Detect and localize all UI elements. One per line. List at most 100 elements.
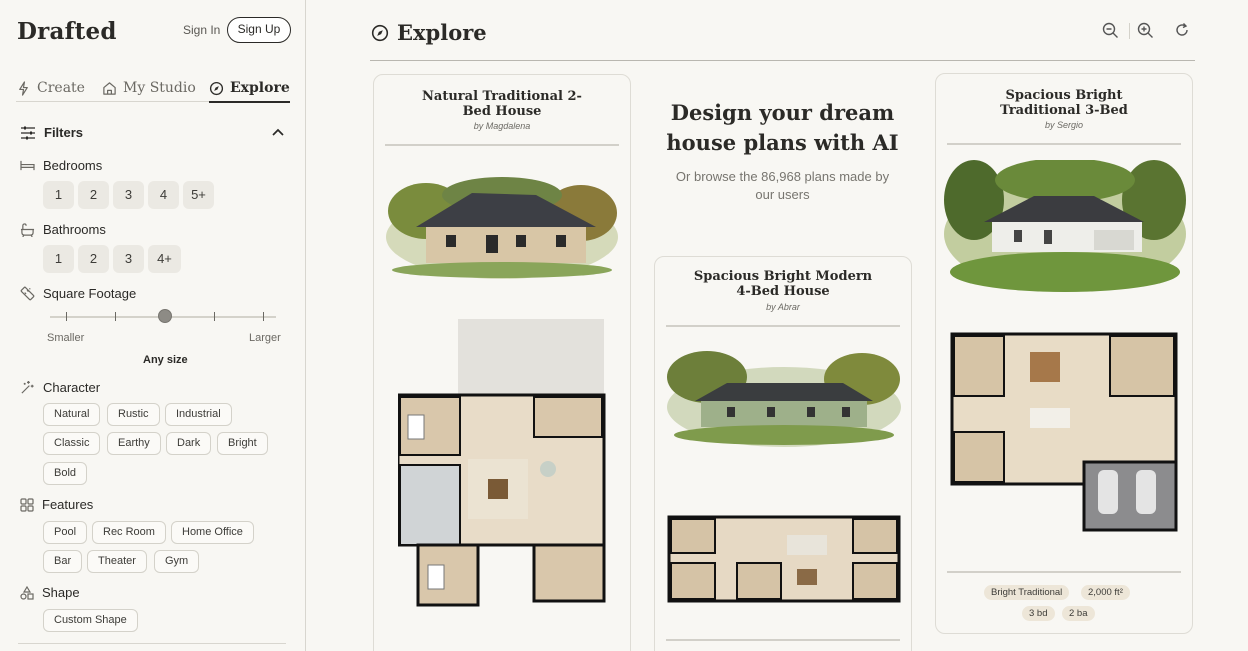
card-author: by Sergio bbox=[1044, 120, 1084, 130]
card-author: by Magdalena bbox=[473, 121, 531, 131]
tab-my-studio-label: My Studio bbox=[123, 80, 196, 96]
floor-plan-image bbox=[398, 319, 606, 607]
house-render-image bbox=[386, 177, 618, 279]
feature-theater[interactable]: Theater bbox=[87, 550, 147, 573]
character-natural[interactable]: Natural bbox=[43, 403, 101, 426]
slider-tick bbox=[66, 312, 67, 321]
compass-icon bbox=[371, 24, 389, 41]
wand-icon bbox=[21, 380, 34, 394]
bedrooms-option-2[interactable]: 2 bbox=[78, 181, 109, 209]
character-label: Character bbox=[43, 380, 101, 395]
page-title-text: Explore bbox=[397, 20, 487, 45]
character-bright[interactable]: Bright bbox=[217, 432, 268, 455]
bedrooms-label: Bedrooms bbox=[43, 158, 103, 173]
card-divider bbox=[947, 143, 1181, 145]
house-render-image bbox=[667, 351, 901, 447]
title-divider bbox=[370, 60, 1195, 61]
tab-my-studio[interactable]: My Studio bbox=[102, 74, 196, 102]
character-earthy[interactable]: Earthy bbox=[107, 432, 161, 455]
sidebar: Drafted Sign In Sign Up Create My Studio… bbox=[0, 0, 306, 651]
features-header: Features bbox=[20, 497, 93, 512]
toolbar-separator bbox=[1129, 23, 1130, 39]
refresh-icon[interactable] bbox=[1174, 22, 1190, 38]
shape-custom[interactable]: Custom Shape bbox=[43, 609, 138, 632]
feature-home-office[interactable]: Home Office bbox=[171, 521, 254, 544]
compass-icon bbox=[209, 81, 224, 95]
bathrooms-option-1[interactable]: 1 bbox=[43, 245, 74, 273]
shapes-icon bbox=[20, 585, 34, 600]
house-render-image bbox=[944, 160, 1186, 292]
card-author: by Abrar bbox=[766, 302, 800, 312]
bathrooms-header: Bathrooms bbox=[20, 222, 106, 237]
sign-up-button[interactable]: Sign Up bbox=[227, 17, 291, 43]
sqft-slider-handle[interactable] bbox=[158, 309, 172, 323]
tab-create-label: Create bbox=[37, 80, 85, 96]
character-industrial[interactable]: Industrial bbox=[165, 403, 232, 426]
character-header: Character bbox=[20, 380, 100, 395]
bedrooms-option-1[interactable]: 1 bbox=[43, 181, 74, 209]
character-rustic[interactable]: Rustic bbox=[107, 403, 160, 426]
floor-plan-image bbox=[950, 332, 1178, 532]
tab-explore-label: Explore bbox=[230, 80, 290, 96]
slider-min-label: Smaller bbox=[47, 332, 85, 344]
filter-sliders-icon bbox=[21, 126, 35, 139]
bathrooms-label: Bathrooms bbox=[43, 222, 106, 237]
tag-bedrooms: 3 bd bbox=[1022, 606, 1055, 621]
card-title: Spacious Bright Modern 4-Bed House bbox=[693, 269, 873, 299]
square-footage-label: Square Footage bbox=[43, 286, 137, 301]
card-divider bbox=[385, 144, 619, 146]
card-title: Natural Traditional 2-Bed House bbox=[422, 89, 582, 119]
square-footage-header: Square Footage bbox=[20, 286, 136, 301]
promo-heading: Design your dream house plans with AI bbox=[666, 100, 899, 155]
sign-in-link[interactable]: Sign In bbox=[183, 23, 220, 37]
card-title: Spacious Bright Traditional 3-Bed bbox=[1000, 88, 1128, 118]
promo-subtitle: Or browse the 86,968 plans made by our u… bbox=[675, 169, 890, 202]
bedrooms-header: Bedrooms bbox=[20, 158, 102, 173]
bathrooms-option-4plus[interactable]: 4+ bbox=[148, 245, 181, 273]
feature-gym[interactable]: Gym bbox=[154, 550, 200, 573]
sparkle-icon bbox=[19, 80, 28, 96]
bath-icon bbox=[20, 222, 35, 237]
slider-max-label: Larger bbox=[249, 332, 281, 344]
chevron-up-icon[interactable] bbox=[272, 128, 284, 137]
filters-header[interactable]: Filters bbox=[20, 125, 83, 140]
logo[interactable]: Drafted bbox=[17, 18, 117, 45]
slider-value-label: Any size bbox=[143, 354, 188, 366]
bathrooms-option-3[interactable]: 3 bbox=[113, 245, 144, 273]
shape-header: Shape bbox=[20, 585, 80, 600]
bedrooms-option-5plus[interactable]: 5+ bbox=[183, 181, 214, 209]
nav-tabs: Create My Studio Explore bbox=[16, 74, 290, 103]
zoom-in-icon[interactable] bbox=[1137, 22, 1154, 39]
slider-tick bbox=[115, 312, 116, 321]
character-bold[interactable]: Bold bbox=[43, 462, 88, 485]
bedrooms-option-3[interactable]: 3 bbox=[113, 181, 144, 209]
character-classic[interactable]: Classic bbox=[43, 432, 101, 455]
page-title: Explore bbox=[371, 20, 487, 45]
filters-title: Filters bbox=[44, 125, 84, 140]
plan-card-1[interactable]: Natural Traditional 2-Bed House by Magda… bbox=[373, 74, 631, 651]
card-divider bbox=[666, 325, 900, 327]
feature-pool[interactable]: Pool bbox=[43, 521, 88, 544]
feature-rec-room[interactable]: Rec Room bbox=[92, 521, 166, 544]
tab-explore[interactable]: Explore bbox=[209, 74, 290, 103]
bathrooms-option-2[interactable]: 2 bbox=[78, 245, 109, 273]
tag-style: Bright Traditional bbox=[984, 585, 1070, 600]
ruler-icon bbox=[20, 286, 35, 301]
character-dark[interactable]: Dark bbox=[166, 432, 212, 455]
bedrooms-option-4[interactable]: 4 bbox=[148, 181, 179, 209]
tag-area: 2,000 ft² bbox=[1081, 585, 1130, 600]
tab-create[interactable]: Create bbox=[16, 74, 85, 102]
card-divider bbox=[666, 639, 900, 641]
bed-icon bbox=[20, 160, 35, 171]
plan-card-3[interactable]: Spacious Bright Traditional 3-Bed by Ser… bbox=[935, 73, 1193, 634]
slider-tick bbox=[214, 312, 215, 321]
shape-label: Shape bbox=[42, 585, 80, 600]
sidebar-divider bbox=[18, 643, 286, 644]
plan-card-2[interactable]: Spacious Bright Modern 4-Bed House by Ab… bbox=[654, 256, 912, 651]
feature-bar[interactable]: Bar bbox=[43, 550, 83, 573]
grid-icon bbox=[20, 497, 34, 512]
tag-bathrooms: 2 ba bbox=[1062, 606, 1095, 621]
features-label: Features bbox=[42, 497, 94, 512]
zoom-out-icon[interactable] bbox=[1102, 22, 1119, 39]
slider-tick bbox=[263, 312, 264, 321]
